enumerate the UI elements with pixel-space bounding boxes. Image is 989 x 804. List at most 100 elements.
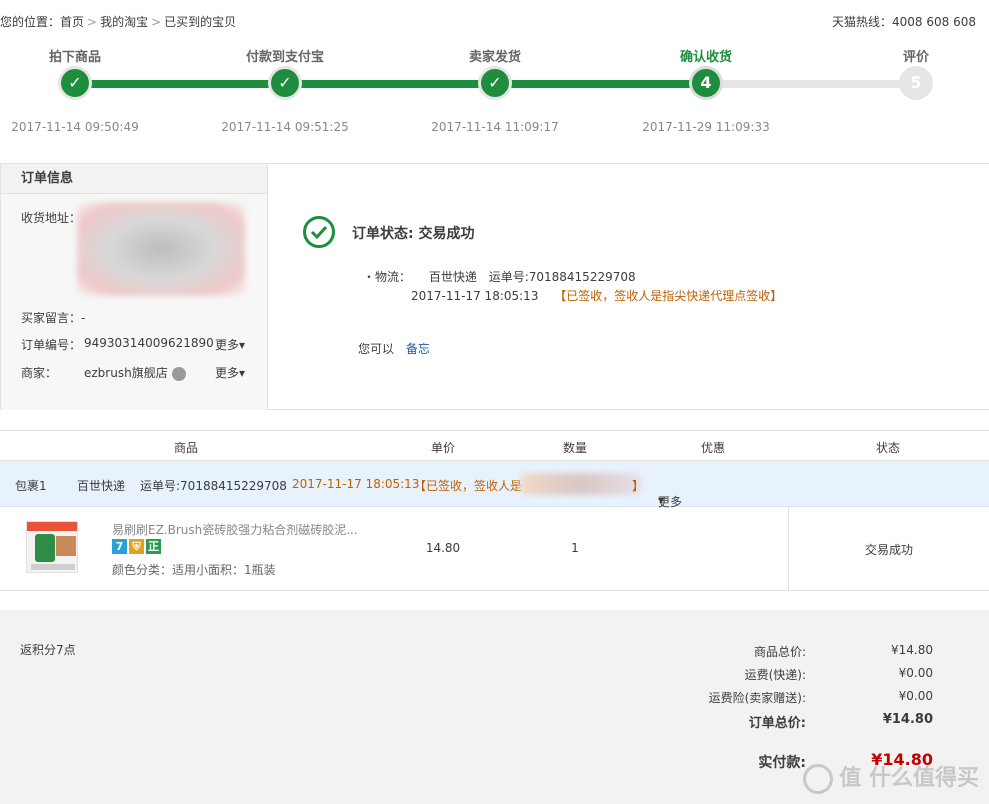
buyer-message-label: 买家留言： xyxy=(21,311,82,325)
signer-redacted-blur xyxy=(520,473,642,495)
more-label: 更多 xyxy=(214,338,239,352)
shipping-insurance-value: ¥0.00 xyxy=(898,689,933,703)
seller-label: 商家： xyxy=(21,366,58,380)
buyer-message-value: - xyxy=(81,311,86,325)
header-status: 状态 xyxy=(875,441,901,455)
watermark-circle-icon xyxy=(803,764,834,794)
goods-table: 商品 单价 数量 优惠 状态 包裹1 百世快递 运单号:701884152297… xyxy=(0,430,989,591)
actions-line: 您可以 备忘 xyxy=(358,340,430,357)
address-redacted-blur xyxy=(77,202,245,296)
breadcrumb-prefix: 您的位置： xyxy=(0,15,61,29)
progress-track-todo xyxy=(706,80,916,88)
package-name: 包裹1 xyxy=(15,479,47,493)
step-time: 2017-11-14 11:09:17 xyxy=(431,120,559,134)
step-label: 评价 xyxy=(902,50,930,65)
logistics-description: 【已签收，签收人是指尖快递代理点签收】 xyxy=(554,289,783,303)
order-info-title: 订单信息 xyxy=(1,164,267,194)
order-summary: 返积分7点 商品总价: ¥14.80 运费(快递): ¥0.00 运费险(卖家赠… xyxy=(0,610,989,804)
genuine-guarantee-icon[interactable]: 正 xyxy=(146,539,161,554)
header-goods: 商品 xyxy=(173,441,199,455)
goods-total-value: ¥14.80 xyxy=(891,643,933,657)
order-detail-page: 您的位置：首页 > 我的淘宝 > 已买到的宝贝 天猫热线：4008 608 608 拍下… xyxy=(0,0,989,804)
chevron-down-icon: ▾ xyxy=(238,366,245,380)
unit-price: 14.80 xyxy=(425,541,461,555)
buyer-message-row: 买家留言：- xyxy=(21,309,85,326)
package-tracking: 运单号:70188415229708 xyxy=(140,479,287,493)
order-status-title: 订单状态: 交易成功 xyxy=(352,226,475,242)
header-price: 单价 xyxy=(430,441,456,455)
step-time: 2017-11-14 09:50:49 xyxy=(11,120,139,134)
step-number-icon: 4 xyxy=(689,66,723,100)
product-title-link[interactable]: 易刷刷EZ.Brush瓷砖胶强力粘合剂磁砖胶泥... xyxy=(112,521,358,538)
wangwang-chat-icon[interactable] xyxy=(171,366,186,381)
product-thumbnail[interactable] xyxy=(26,521,78,573)
order-info-panel: 订单信息 收货地址： 买家留言：- 订单编号： 9493031400962189… xyxy=(0,164,268,410)
address-label: 收货地址： xyxy=(21,211,82,225)
product-sku: 颜色分类：适用小面积：1瓶装 xyxy=(112,563,276,577)
header-discount: 优惠 xyxy=(700,441,726,455)
package-desc-suffix: 】 xyxy=(632,479,645,493)
paid-amount-label: 实付款: xyxy=(758,755,806,771)
goods-total-label: 商品总价: xyxy=(753,645,806,659)
breadcrumb-separator: > xyxy=(87,15,98,29)
shipping-insurance-link[interactable]: 运费险(卖家赠送): xyxy=(709,689,806,706)
step-time: 2017-11-29 11:09:33 xyxy=(642,120,770,134)
step-label: 付款到支付宝 xyxy=(245,50,325,65)
hotline-text: 天猫热线：4008 608 608 xyxy=(832,15,976,29)
step-check-icon: ✓ xyxy=(478,66,512,100)
tracking-number: 70188415229708 xyxy=(528,270,636,284)
table-row: 易刷刷EZ.Brush瓷砖胶强力粘合剂磁砖胶泥... 7 ⛨ 正 颜色分类：适用小面… xyxy=(0,507,989,591)
shield-icon[interactable]: ⛨ xyxy=(129,539,144,554)
item-status-cell: 交易成功 xyxy=(788,507,989,591)
chevron-down-icon: ▾ xyxy=(238,338,245,352)
step-label: 确认收货 xyxy=(679,50,733,65)
shipping-fee-label: 运费(快递): xyxy=(744,668,806,682)
item-status: 交易成功 xyxy=(864,543,914,557)
order-progress: 拍下商品 付款到支付宝 卖家发货 确认收货 评价 ✓ ✓ ✓ 4 5 2017-… xyxy=(0,38,989,164)
breadcrumb-current-link[interactable]: 已买到的宝贝 xyxy=(164,15,236,29)
order-total-value: ¥14.80 xyxy=(882,712,933,727)
breadcrumb-separator: > xyxy=(151,15,162,29)
step-time: 2017-11-14 09:51:25 xyxy=(221,120,349,134)
order-number-value: 94930314009621890 xyxy=(84,336,214,350)
header-quantity: 数量 xyxy=(562,441,588,455)
order-status-panel: 订单状态: 交易成功 ・物流： 百世快递 运单号:70188415229708 … xyxy=(268,164,989,410)
step-label: 卖家发货 xyxy=(468,50,522,65)
you-can-label: 您可以 xyxy=(358,342,395,356)
memo-link[interactable]: 备忘 xyxy=(406,342,430,356)
seller-value[interactable]: ezbrush旗舰店 xyxy=(84,366,168,380)
seller-more-dropdown[interactable]: 更多▾ xyxy=(215,364,245,381)
package-row: 包裹1 百世快递 运单号:70188415229708 2017-11-17 1… xyxy=(0,461,989,509)
goods-table-header: 商品 单价 数量 优惠 状态 xyxy=(0,431,989,461)
more-label: 更多 xyxy=(214,366,239,380)
breadcrumb-my-taobao-link[interactable]: 我的淘宝 xyxy=(100,15,148,29)
chevron-down-icon: ▾ xyxy=(658,493,665,507)
watermark-logo: 值 什么值得买 xyxy=(803,760,979,794)
top-bar: 您的位置：首页 > 我的淘宝 > 已买到的宝贝 天猫热线：4008 608 608 xyxy=(0,0,989,38)
breadcrumb: 您的位置：首页 > 我的淘宝 > 已买到的宝贝 xyxy=(0,13,236,30)
step-number-icon: 5 xyxy=(899,66,933,100)
breadcrumb-home-link[interactable]: 首页 xyxy=(60,15,84,29)
shipping-fee-value: ¥0.00 xyxy=(898,666,933,680)
step-check-icon: ✓ xyxy=(58,66,92,100)
order-number-label: 订单编号： xyxy=(21,338,82,352)
package-time: 2017-11-17 18:05:13 xyxy=(292,477,420,491)
order-total-label: 订单总价: xyxy=(748,716,806,731)
quantity: 1 xyxy=(571,541,579,555)
tracking-label: 运单号: xyxy=(488,270,529,284)
logistics-line: ・物流： 百世快递 运单号:70188415229708 xyxy=(363,268,636,285)
success-check-icon xyxy=(303,216,335,248)
package-courier: 百世快递 xyxy=(77,479,126,493)
courier-name: 百世快递 xyxy=(428,270,477,284)
progress-track-done xyxy=(75,80,706,88)
package-desc-prefix: 【已签收，签收人是 xyxy=(414,479,523,493)
step-check-icon: ✓ xyxy=(268,66,302,100)
reward-points: 返积分7点 xyxy=(20,643,76,657)
logistics-label: ・物流： xyxy=(363,270,412,284)
seven-day-return-icon[interactable]: 7 xyxy=(112,539,127,554)
step-label: 拍下商品 xyxy=(48,50,102,65)
order-more-dropdown[interactable]: 更多▾ xyxy=(215,336,245,353)
order-info-section: 订单信息 收货地址： 买家留言：- 订单编号： 9493031400962189… xyxy=(0,164,989,410)
service-badges: 7 ⛨ 正 xyxy=(112,539,163,554)
logistics-detail: 2017-11-17 18:05:13 【已签收，签收人是指尖快递代理点签收】 xyxy=(411,287,782,304)
